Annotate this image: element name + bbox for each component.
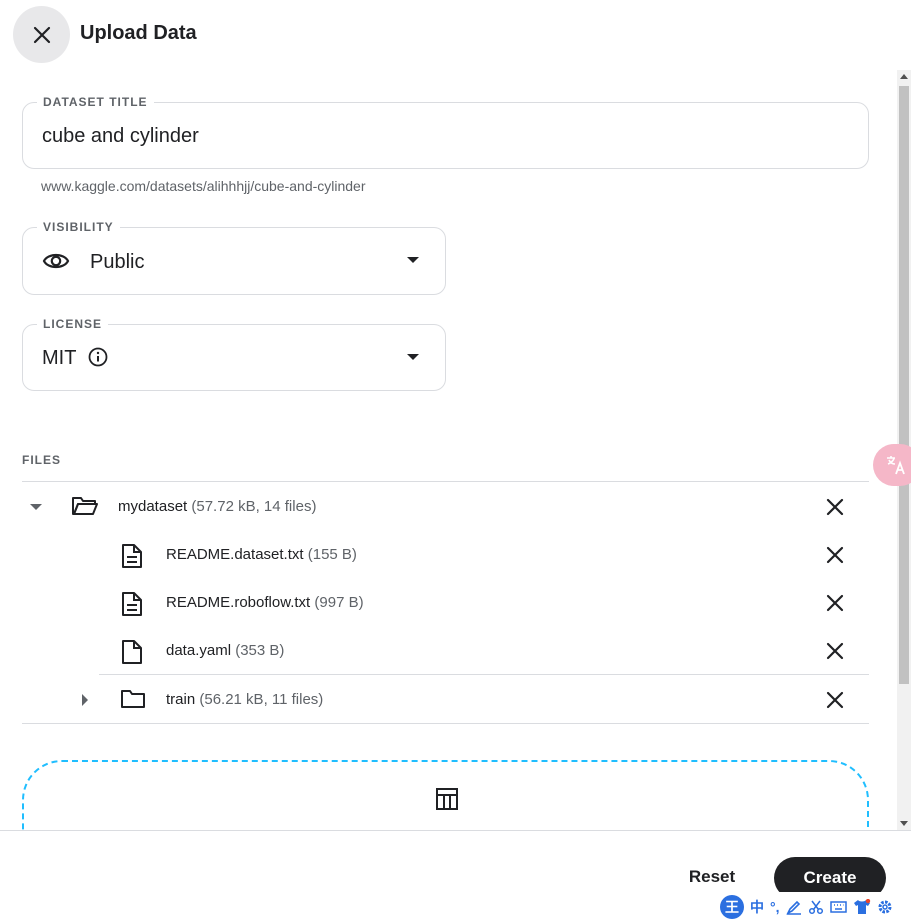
file-meta: (997 B) [314,594,364,611]
file-row-mydataset[interactable]: mydataset (57.72 kB, 14 files) [22,483,869,531]
ime-toolbar: 王 中 °, [716,892,911,922]
remove-icon[interactable] [825,593,845,613]
dialog-header: Upload Data [0,0,911,70]
file-meta: (56.21 kB, 11 files) [199,691,324,708]
chevron-down-icon [407,354,419,360]
file-row-readme-dataset[interactable]: README.dataset.txt (155 B) [22,531,869,579]
eye-icon [42,253,70,269]
document-icon [122,592,142,616]
visibility-select[interactable]: VISIBILITY Public [22,220,446,295]
remove-icon[interactable] [825,690,845,710]
upload-form: DATASET TITLE cube and cylinder www.kagg… [0,70,911,830]
scrollbar-thumb[interactable] [899,86,909,684]
ime-chinese-mode[interactable]: 中 [750,897,764,917]
dataset-title-label: DATASET TITLE [37,95,154,109]
settings-icon[interactable] [877,899,893,915]
expand-caret-icon[interactable] [82,694,88,706]
dialog-title: Upload Data [80,22,197,44]
translate-button[interactable] [873,444,911,486]
keyboard-icon[interactable] [829,900,847,914]
remove-icon[interactable] [825,641,845,661]
file-row-label: mydataset (57.72 kB, 14 files) [118,498,316,515]
files-divider [22,481,869,482]
remove-icon[interactable] [825,497,845,517]
pen-icon[interactable] [785,899,802,915]
visibility-value: Public [90,251,145,273]
file-row-label: README.dataset.txt (155 B) [166,546,357,563]
table-icon [436,788,458,810]
file-name: train [166,691,196,708]
reset-button[interactable]: Reset [676,857,748,897]
file-meta: (353 B) [235,642,285,659]
file-row-train[interactable]: train (56.21 kB, 11 files) [22,676,869,724]
scroll-down-icon[interactable] [900,821,908,826]
file-icon [122,640,142,664]
close-button[interactable] [13,6,70,63]
scroll-up-icon[interactable] [900,74,908,79]
document-icon [122,544,142,568]
subfolder-divider [99,674,869,675]
close-icon [33,26,50,43]
license-label: LICENSE [37,317,109,331]
scissors-icon[interactable] [808,899,824,915]
file-name: data.yaml [166,642,232,659]
ime-logo[interactable]: 王 [720,895,744,919]
ime-punctuation[interactable]: °, [770,899,780,915]
folder-icon [121,690,145,708]
files-divider [22,723,869,724]
collapse-caret-icon[interactable] [30,504,42,510]
files-section-label: FILES [22,453,62,467]
file-row-label: data.yaml (353 B) [166,642,284,659]
shirt-icon[interactable] [853,899,871,915]
license-select[interactable]: LICENSE MIT [22,317,446,391]
file-name: README.dataset.txt [166,546,304,563]
file-meta: (57.72 kB, 14 files) [191,498,317,515]
license-value: MIT [42,347,77,369]
file-name: README.roboflow.txt [166,594,311,611]
info-icon[interactable] [88,347,108,367]
chevron-down-icon [407,257,419,263]
dataset-url: www.kaggle.com/datasets/alihhhjj/cube-an… [41,178,366,194]
visibility-label: VISIBILITY [37,220,120,234]
file-row-readme-roboflow[interactable]: README.roboflow.txt (997 B) [22,579,869,627]
file-row-label: train (56.21 kB, 11 files) [166,691,323,708]
file-meta: (155 B) [307,546,357,563]
file-name: mydataset [118,498,188,515]
folder-open-icon [72,497,98,515]
dataset-title-field[interactable]: DATASET TITLE cube and cylinder [22,95,869,169]
file-row-label: README.roboflow.txt (997 B) [166,594,364,611]
remove-icon[interactable] [825,545,845,565]
file-dropzone[interactable] [22,760,869,830]
translate-icon [887,456,905,475]
dataset-title-input[interactable]: cube and cylinder [42,125,199,148]
file-row-data-yaml[interactable]: data.yaml (353 B) [22,627,869,675]
